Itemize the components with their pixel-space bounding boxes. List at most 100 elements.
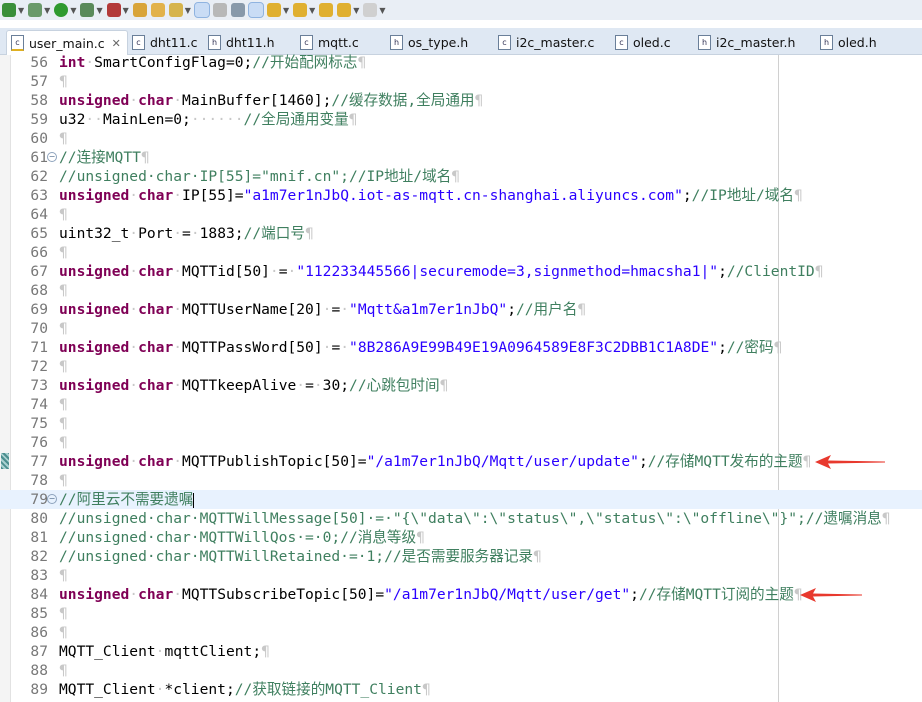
code-line[interactable]: 60 ¶ bbox=[0, 129, 922, 148]
tab-i2c-master-c[interactable]: c i2c_master.c bbox=[498, 30, 594, 54]
tab-oled-c[interactable]: c oled.c bbox=[615, 30, 671, 54]
back-button[interactable]: ▼ bbox=[337, 1, 359, 19]
tab-user-main-c[interactable]: c user_main.c ✕ bbox=[6, 30, 128, 55]
line-number: 65 bbox=[30, 225, 48, 242]
new-c-project-button[interactable]: ▼ bbox=[2, 1, 24, 19]
code-line[interactable]: 63 unsigned·char·IP[55]="a1m7er1nJbQ.iot-… bbox=[0, 186, 922, 205]
block-selection-button[interactable] bbox=[230, 1, 245, 19]
chevron-down-icon[interactable]: ▼ bbox=[309, 6, 315, 15]
code-line[interactable]: 73 unsigned·char·MQTTkeepAlive·=·30;//心跳包… bbox=[0, 376, 922, 395]
string-literal: "112233445566|securemode=3,signmethod=hm… bbox=[296, 263, 719, 280]
whitespace-marker: ¶ bbox=[793, 187, 803, 204]
search-torch-button[interactable]: ▼ bbox=[168, 1, 191, 19]
code-line[interactable]: 84 unsigned·char·MQTTSubscribeTopic[50]="… bbox=[0, 585, 922, 604]
new-c-project-icon bbox=[2, 3, 16, 17]
line-number: 84 bbox=[30, 586, 48, 603]
external-tools-button[interactable]: ▼ bbox=[106, 1, 129, 19]
code-text: ¶ bbox=[59, 623, 68, 642]
code-line[interactable]: 57 ¶ bbox=[0, 72, 922, 91]
code-line[interactable]: 66 ¶ bbox=[0, 243, 922, 262]
chevron-down-icon[interactable]: ▼ bbox=[283, 6, 289, 15]
open-type-button[interactable] bbox=[132, 1, 147, 19]
forward-button[interactable]: ▼ bbox=[363, 1, 386, 19]
code-line[interactable]: 61−//连接MQTT¶ bbox=[0, 148, 922, 167]
whitespace-marker: ¶ bbox=[814, 263, 824, 280]
code-text: //连接MQTT¶ bbox=[59, 148, 150, 167]
code-editor[interactable]: 56 int·SmartConfigFlag=0;//开始配网标志¶ 57 ¶ 58 un… bbox=[0, 53, 922, 702]
code-line[interactable]: 76 ¶ bbox=[0, 433, 922, 452]
word-wrap-button[interactable] bbox=[212, 1, 227, 19]
line-number: 75 bbox=[30, 415, 48, 432]
code-text: unsigned·char·MQTTPublishTopic[50]="/a1m… bbox=[59, 452, 811, 471]
line-number: 71 bbox=[30, 339, 48, 356]
code-line[interactable]: 71 unsigned·char·MQTTPassWord[50]·=·"8B28… bbox=[0, 338, 922, 357]
tab-dht11-h[interactable]: h dht11.h bbox=[208, 30, 275, 54]
next-annotation-button[interactable]: ▼ bbox=[266, 1, 289, 19]
code-line[interactable]: 83 ¶ bbox=[0, 566, 922, 585]
code-line[interactable]: 80 //unsigned·char·MQTTWillMessage[50]·=·… bbox=[0, 509, 922, 528]
code-line[interactable]: 74 ¶ bbox=[0, 395, 922, 414]
keyword: unsigned bbox=[59, 187, 130, 204]
tab-label: i2c_master.h bbox=[716, 34, 796, 50]
fold-toggle-icon[interactable]: − bbox=[47, 494, 57, 504]
code-line[interactable]: 69 unsigned·char·MQTTUserName[20]·=·"Mqtt… bbox=[0, 300, 922, 319]
fold-toggle-icon[interactable]: − bbox=[47, 152, 57, 162]
code-line[interactable]: 64 ¶ bbox=[0, 205, 922, 224]
chevron-down-icon[interactable]: ▼ bbox=[185, 6, 191, 15]
tab-oled-h[interactable]: h oled.h bbox=[820, 30, 877, 54]
code-line[interactable]: 70 ¶ bbox=[0, 319, 922, 338]
code-text: MQTT_Client·*client;//获取链接的MQTT_Client¶ bbox=[59, 680, 431, 699]
chevron-down-icon[interactable]: ▼ bbox=[379, 6, 385, 15]
code-line[interactable]: 59 u32··MainLen=0;······//全局通用变量¶ bbox=[0, 110, 922, 129]
code-line[interactable]: 62 //unsigned·char·IP[55]="mnif.cn";//IP地… bbox=[0, 167, 922, 186]
code-line[interactable]: 72 ¶ bbox=[0, 357, 922, 376]
previous-annotation-button[interactable]: ▼ bbox=[293, 1, 315, 19]
chevron-down-icon[interactable]: ▼ bbox=[123, 6, 129, 15]
tab-dht11-c[interactable]: c dht11.c bbox=[132, 30, 198, 54]
code-line[interactable]: 85 ¶ bbox=[0, 604, 922, 623]
code-token: MQTTPublishTopic[50]= bbox=[182, 453, 367, 470]
chevron-down-icon[interactable]: ▼ bbox=[44, 6, 50, 15]
code-line[interactable]: 86 ¶ bbox=[0, 623, 922, 642]
tab-os-type-h[interactable]: h os_type.h bbox=[390, 30, 468, 54]
chevron-down-icon[interactable]: ▼ bbox=[70, 6, 76, 15]
tab-mqtt-c[interactable]: c mqtt.c bbox=[300, 30, 359, 54]
chevron-down-icon[interactable]: ▼ bbox=[353, 6, 359, 15]
code-line[interactable]: 75 ¶ bbox=[0, 414, 922, 433]
tab-i2c-master-h[interactable]: h i2c_master.h bbox=[698, 30, 795, 54]
string-literal: "Mqtt&a1m7er1nJbQ" bbox=[349, 301, 508, 318]
code-line[interactable]: 82 //unsigned·char·MQTTWillRetained·=·1;/… bbox=[0, 547, 922, 566]
whitespace-marker: · bbox=[173, 339, 183, 356]
code-line[interactable]: 78 ¶ bbox=[0, 471, 922, 490]
code-line[interactable]: 87 MQTT_Client·mqttClient;¶ bbox=[0, 642, 922, 661]
code-line[interactable]: 88 ¶ bbox=[0, 661, 922, 680]
code-line[interactable]: 89 MQTT_Client·*client;//获取链接的MQTT_Client… bbox=[0, 680, 922, 699]
code-token: 30; bbox=[322, 377, 350, 394]
code-line[interactable]: 67 unsigned·char·MQTTid[50]·=·"1122334455… bbox=[0, 262, 922, 281]
whitespace-marker: · bbox=[173, 225, 183, 242]
line-number: 63 bbox=[30, 187, 48, 204]
open-folder-button[interactable] bbox=[150, 1, 165, 19]
red-arrow-annotation bbox=[800, 588, 862, 602]
last-edit-location-button[interactable] bbox=[319, 1, 334, 19]
run-button[interactable]: ▼ bbox=[54, 1, 76, 19]
debug-button[interactable]: ▼ bbox=[80, 1, 103, 19]
chevron-down-icon[interactable]: ▼ bbox=[18, 6, 24, 15]
build-gear-button[interactable]: ▼ bbox=[28, 1, 50, 19]
chevron-down-icon[interactable]: ▼ bbox=[96, 6, 102, 15]
close-tab-icon[interactable]: ✕ bbox=[112, 37, 121, 50]
code-line[interactable]: 79−//阿里云不需要遗嘱 bbox=[0, 490, 922, 509]
code-line[interactable]: 68 ¶ bbox=[0, 281, 922, 300]
tab-label: dht11.c bbox=[150, 34, 198, 50]
code-line[interactable]: 58 unsigned·char·MainBuffer[1460];//缓存数据,… bbox=[0, 91, 922, 110]
mark-occurrences-button[interactable] bbox=[193, 1, 210, 19]
code-text: ¶ bbox=[59, 281, 68, 300]
code-line[interactable]: 77 unsigned·char·MQTTPublishTopic[50]="/a… bbox=[0, 452, 922, 471]
code-line[interactable]: 81 //unsigned·char·MQTTWillQos·=·0;//消息等级… bbox=[0, 528, 922, 547]
build-gear-icon bbox=[28, 3, 43, 17]
code-line[interactable]: 56 int·SmartConfigFlag=0;//开始配网标志¶ bbox=[0, 53, 922, 72]
code-line[interactable]: 65 uint32_t·Port·=·1883;//端口号¶ bbox=[0, 224, 922, 243]
bookmark-marker[interactable] bbox=[1, 453, 9, 469]
show-whitespace-button[interactable] bbox=[247, 1, 264, 19]
whitespace-marker: · bbox=[129, 301, 139, 318]
